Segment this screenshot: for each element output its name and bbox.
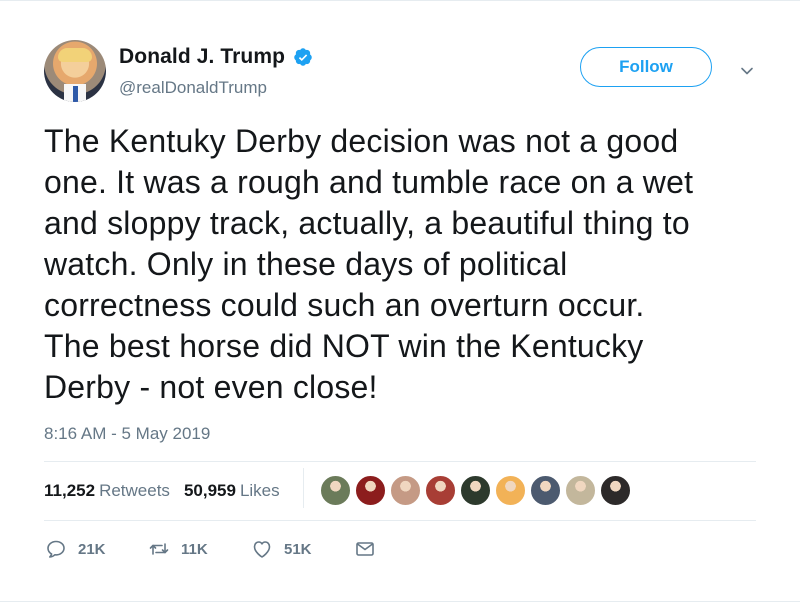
retweets-count: 11,252 <box>44 481 96 500</box>
liker-avatar-6[interactable] <box>495 475 526 506</box>
likers-avatars <box>320 475 650 507</box>
tweet-timestamp[interactable]: 8:16 AM - 5 May 2019 <box>44 424 210 444</box>
follow-button[interactable]: Follow <box>580 47 712 87</box>
liker-avatar-1[interactable] <box>320 475 351 506</box>
retweets-stat[interactable]: 11,252 Retweets <box>44 481 170 501</box>
likes-stat[interactable]: 50,959 Likes <box>184 481 280 501</box>
likes-label: Likes <box>239 481 280 500</box>
envelope-icon <box>353 537 377 561</box>
likes-count: 50,959 <box>183 481 236 500</box>
avatar-tie <box>73 86 78 102</box>
retweet-count: 11K <box>181 540 208 558</box>
retweet-button[interactable]: 11K <box>147 537 208 561</box>
tweet-text: The Kentuky Derby decision was not a goo… <box>44 123 694 405</box>
liker-avatar-2[interactable] <box>355 475 386 506</box>
liker-avatar-7[interactable] <box>530 475 561 506</box>
like-button[interactable]: 51K <box>250 537 312 561</box>
heart-icon <box>250 537 274 561</box>
tweet-stats: 11,252 Retweets 50,959 Likes <box>44 481 280 501</box>
author-avatar[interactable] <box>44 40 106 102</box>
top-border <box>0 0 800 1</box>
retweet-icon <box>147 537 171 561</box>
liker-avatar-5[interactable] <box>460 475 491 506</box>
reply-count: 21K <box>78 540 106 558</box>
reply-icon <box>44 537 68 561</box>
author-name-row: Donald J. Trump <box>119 45 313 69</box>
liker-avatar-9[interactable] <box>600 475 631 506</box>
avatar-hair <box>58 48 92 62</box>
stats-separator <box>303 468 304 508</box>
liker-avatar-8[interactable] <box>565 475 596 506</box>
author-handle[interactable]: @realDonaldTrump <box>119 78 267 98</box>
retweets-label: Retweets <box>99 481 170 500</box>
tweet-actions: 21K 11K 51K <box>44 537 444 565</box>
divider-bottom <box>44 520 756 521</box>
chevron-down-icon[interactable] <box>739 63 755 79</box>
liker-avatar-3[interactable] <box>390 475 421 506</box>
divider-top <box>44 461 756 462</box>
like-count: 51K <box>284 540 312 558</box>
verified-badge-icon <box>293 47 313 67</box>
reply-button[interactable]: 21K <box>44 537 106 561</box>
liker-avatar-4[interactable] <box>425 475 456 506</box>
author-name[interactable]: Donald J. Trump <box>119 45 285 69</box>
tweet-header: Donald J. Trump @realDonaldTrump Follow <box>44 40 760 104</box>
direct-message-button[interactable] <box>353 537 377 561</box>
